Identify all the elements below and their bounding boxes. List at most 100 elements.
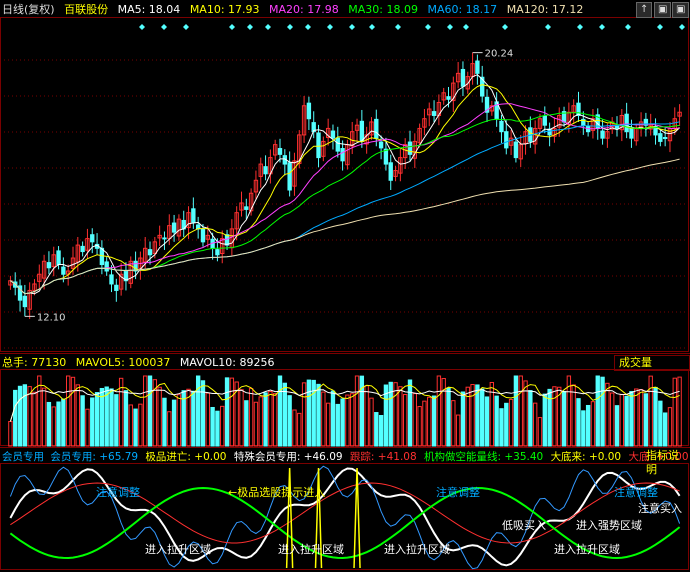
volume-bar <box>581 410 586 447</box>
ma10-label: MA10: 17.93 <box>189 3 260 16</box>
window-icon-2[interactable]: ▣ <box>672 2 690 18</box>
volume-bar <box>22 384 28 447</box>
candle-body <box>335 137 340 152</box>
ma20-label: MA20: 17.98 <box>269 3 339 16</box>
volume-bar <box>167 411 172 447</box>
volume-bar <box>643 393 649 447</box>
window-icon[interactable]: ▣ <box>654 2 672 18</box>
volume-bar <box>210 406 215 447</box>
volume-bar <box>138 403 143 447</box>
candle-body <box>22 295 28 308</box>
signal-marker <box>369 24 375 30</box>
volume-bar <box>46 401 52 447</box>
signal-marker <box>395 24 401 30</box>
volume-bar <box>590 401 596 447</box>
volume-bar <box>619 393 625 447</box>
volume-bar <box>41 387 47 447</box>
volume-bar <box>354 375 360 447</box>
volume-bar <box>306 379 312 447</box>
volume-bar <box>653 386 658 447</box>
candle-body <box>56 250 61 266</box>
volume-bar <box>427 396 432 447</box>
signal-marker <box>657 24 663 30</box>
signal-marker <box>183 24 189 30</box>
volume-bar <box>610 392 615 447</box>
volume-bar <box>547 388 552 447</box>
volume-bar <box>542 393 547 447</box>
volume-bar <box>330 390 336 447</box>
volume-bar <box>600 376 605 447</box>
volume-bar <box>402 394 408 447</box>
candle-body <box>200 228 206 243</box>
volume-bar <box>316 383 321 447</box>
ind-label-2: 极品进亡: +0.00 <box>145 451 227 463</box>
volume-bar <box>518 375 523 447</box>
volume-bar <box>398 386 403 447</box>
volume-bar <box>378 415 384 447</box>
enter-zone-1: 进入拉升区域 <box>145 543 211 556</box>
ind-label-3: 特殊会员专用: +46.09 <box>233 451 343 463</box>
candle-body <box>629 127 634 139</box>
candle-body <box>475 60 480 74</box>
volume-bar <box>436 375 442 447</box>
volume-bar <box>508 398 514 447</box>
candle-body <box>576 102 581 116</box>
low-buy-label: 低吸买入 <box>502 519 546 532</box>
volume-bar <box>677 376 682 447</box>
volume-bar <box>51 406 56 447</box>
volume-bar <box>176 394 182 447</box>
volume-bar <box>215 410 220 447</box>
volume-bar <box>537 417 543 447</box>
mavol5-label: MAVOL5: 100037 <box>75 356 171 369</box>
volume-bar <box>56 401 61 447</box>
indicator-help-button[interactable]: 指标说明 <box>642 449 690 476</box>
arrow-icon[interactable]: ↑ <box>636 2 653 18</box>
low-label: 12.10 <box>37 312 66 323</box>
signal-marker <box>447 24 453 30</box>
signal-marker <box>161 24 167 30</box>
indicator-select[interactable]: 成交量 <box>614 355 690 371</box>
adjust-label-2: 注意调整 <box>436 486 480 499</box>
candle-body <box>513 141 519 159</box>
volume-bar <box>662 412 668 447</box>
volume-bar <box>595 375 600 447</box>
panel-frame <box>0 17 689 352</box>
volume-bar <box>614 405 620 447</box>
volume-bar <box>407 379 413 447</box>
volume-bar <box>147 375 153 447</box>
selection-hint: ←极品选股提示进入 <box>228 486 326 499</box>
volume-bar <box>297 412 302 447</box>
candle-body <box>359 120 365 142</box>
volume-bar <box>638 389 644 447</box>
volume-bar <box>446 387 451 447</box>
volume-bar <box>532 402 538 447</box>
ma120-label: MA120: 17.12 <box>506 3 584 16</box>
volume-bar <box>292 409 297 447</box>
candle-body <box>215 249 220 256</box>
volume-bar <box>624 395 629 447</box>
stock-name: 百联股份 <box>64 3 109 16</box>
volume-bar <box>552 386 557 447</box>
candle-body <box>378 141 384 149</box>
volume-bar <box>133 408 138 447</box>
candle-body <box>244 206 249 210</box>
volume-bar <box>85 408 90 447</box>
volume-bar <box>253 401 259 447</box>
volume-bar <box>422 400 427 447</box>
candle-body <box>624 113 629 133</box>
candle-body <box>504 131 509 149</box>
volume-bar <box>561 390 567 447</box>
volume-bar <box>70 376 76 447</box>
volume-bar <box>301 382 307 447</box>
signal-marker <box>625 24 631 30</box>
ma120-line <box>10 158 680 295</box>
volume-bar <box>191 390 196 447</box>
volume-bar <box>634 388 639 447</box>
candle-body <box>90 234 95 243</box>
candle-body <box>287 162 292 191</box>
volume-bar <box>273 393 278 447</box>
volume-bar <box>287 395 292 447</box>
candle-body <box>114 284 119 291</box>
candle-body <box>662 137 668 140</box>
period-label[interactable]: 日线(复权) <box>2 3 55 16</box>
